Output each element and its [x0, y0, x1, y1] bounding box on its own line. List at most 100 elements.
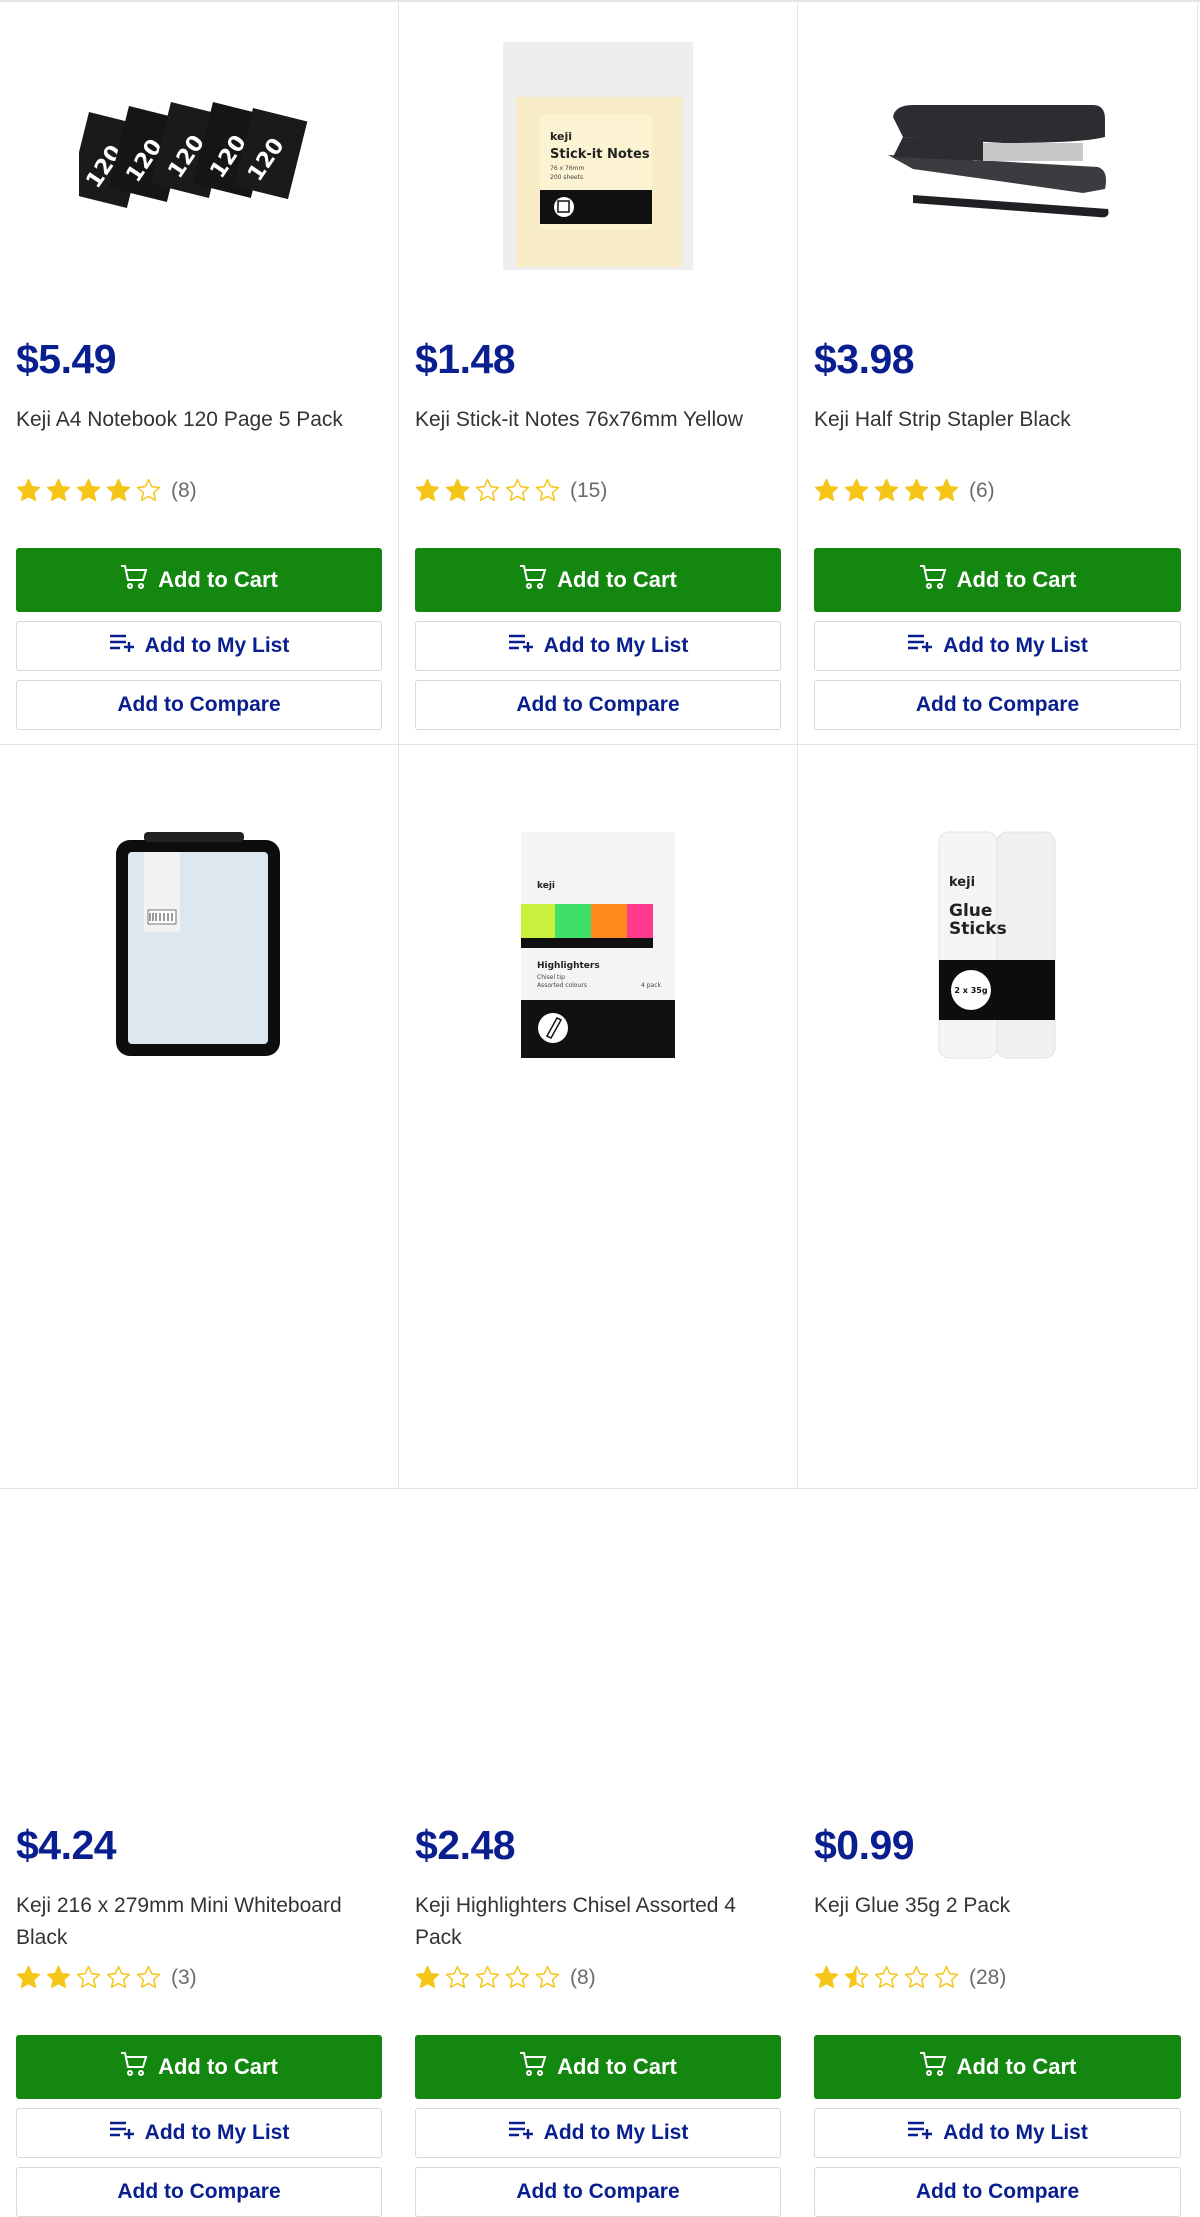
cart-icon	[120, 564, 148, 596]
list-add-icon	[109, 2120, 135, 2146]
notebook-pack-image[interactable]: 120 120 120 120 120	[0, 12, 398, 312]
svg-text:keji: keji	[949, 875, 975, 890]
whiteboard-image[interactable]	[0, 795, 398, 1095]
add-to-cart-label: Add to Cart	[956, 2054, 1077, 2079]
svg-text:Highlighters: Highlighters	[537, 961, 600, 971]
star-filled-icon	[874, 478, 899, 502]
add-to-list-label: Add to My List	[543, 634, 689, 657]
product-card: 2 x 35g keji Glue Sticks $0.99 Keji Glue…	[798, 745, 1198, 2217]
add-to-cart-button[interactable]: Add to Cart	[814, 548, 1181, 612]
star-empty-icon	[475, 1965, 500, 1989]
svg-text:4 pack: 4 pack	[641, 982, 662, 989]
star-rating	[814, 478, 959, 503]
cart-icon	[519, 2051, 547, 2083]
rating-count: (28)	[969, 1965, 1007, 1989]
rating-count: (6)	[969, 478, 995, 502]
add-to-compare-label: Add to Compare	[117, 693, 281, 716]
add-to-compare-label: Add to Compare	[516, 2180, 680, 2203]
product-card: 120 120 120 120 120 $5.49 Keji A4 Notebo…	[0, 2, 399, 745]
product-rating[interactable]: (8)	[16, 478, 197, 503]
svg-text:keji: keji	[550, 130, 572, 143]
rating-count: (15)	[570, 478, 608, 502]
add-to-list-button[interactable]: Add to My List	[16, 621, 382, 671]
product-rating[interactable]: (3)	[16, 1965, 197, 1990]
star-filled-icon	[814, 1965, 839, 1989]
add-to-compare-button[interactable]: Add to Compare	[814, 680, 1181, 730]
star-filled-icon	[415, 478, 440, 502]
add-to-cart-button[interactable]: Add to Cart	[16, 2035, 382, 2099]
product-price: $1.48	[415, 336, 516, 382]
add-to-compare-label: Add to Compare	[117, 2180, 281, 2203]
add-to-list-button[interactable]: Add to My List	[16, 2108, 382, 2158]
star-rating	[16, 1965, 161, 1990]
list-add-icon	[907, 633, 933, 659]
star-empty-icon	[505, 478, 530, 502]
product-price: $2.48	[415, 1822, 516, 1868]
product-rating[interactable]: (8)	[415, 1965, 596, 1990]
star-filled-icon	[445, 478, 470, 502]
add-to-compare-button[interactable]: Add to Compare	[814, 2167, 1181, 2217]
svg-text:Assorted colours: Assorted colours	[537, 982, 587, 989]
glue-sticks-image[interactable]: 2 x 35g keji Glue Sticks	[798, 795, 1197, 1095]
star-empty-icon	[136, 478, 161, 502]
highlighters-image[interactable]: keji Highlighters Chisel tip Assorted co…	[399, 795, 797, 1095]
star-filled-icon	[415, 1965, 440, 1989]
star-filled-icon	[844, 478, 869, 502]
star-empty-icon	[535, 478, 560, 502]
add-to-cart-label: Add to Cart	[158, 567, 278, 592]
product-price: $0.99	[814, 1822, 915, 1868]
add-to-list-label: Add to My List	[543, 2121, 689, 2144]
rating-count: (8)	[171, 478, 197, 502]
add-to-list-label: Add to My List	[144, 2121, 290, 2144]
list-add-icon	[907, 2120, 933, 2146]
stapler-image[interactable]	[798, 12, 1197, 312]
add-to-cart-button[interactable]: Add to Cart	[415, 548, 781, 612]
product-rating[interactable]: (15)	[415, 478, 607, 503]
cart-icon	[120, 2051, 148, 2083]
svg-text:Glue: Glue	[949, 901, 992, 921]
add-to-list-button[interactable]: Add to My List	[814, 2108, 1181, 2158]
product-title[interactable]: Keji A4 Notebook 120 Page 5 Pack	[16, 404, 374, 436]
add-to-cart-label: Add to Cart	[158, 2054, 278, 2079]
add-to-list-button[interactable]: Add to My List	[814, 621, 1181, 671]
add-to-cart-label: Add to Cart	[557, 2054, 677, 2079]
product-title[interactable]: Keji Highlighters Chisel Assorted 4 Pack	[415, 1890, 773, 1954]
product-card: $3.98 Keji Half Strip Stapler Black (6) …	[798, 2, 1198, 745]
star-rating	[415, 1965, 560, 1990]
add-to-compare-button[interactable]: Add to Compare	[415, 680, 781, 730]
add-to-compare-button[interactable]: Add to Compare	[415, 2167, 781, 2217]
product-card: keji Stick-it Notes 76 x 76mm 200 sheets…	[399, 2, 798, 745]
svg-text:Stick-it Notes: Stick-it Notes	[550, 147, 650, 162]
star-filled-icon	[106, 478, 131, 502]
add-to-cart-label: Add to Cart	[557, 567, 677, 592]
list-add-icon	[508, 2120, 534, 2146]
product-title[interactable]: Keji Half Strip Stapler Black	[814, 404, 1173, 436]
add-to-list-label: Add to My List	[144, 634, 290, 657]
add-to-compare-button[interactable]: Add to Compare	[16, 2167, 382, 2217]
star-empty-icon	[874, 1965, 899, 1989]
product-title[interactable]: Keji Stick-it Notes 76x76mm Yellow	[415, 404, 773, 436]
list-add-icon	[109, 633, 135, 659]
product-price: $5.49	[16, 336, 117, 382]
add-to-list-button[interactable]: Add to My List	[415, 2108, 781, 2158]
add-to-cart-button[interactable]: Add to Cart	[16, 548, 382, 612]
star-filled-icon	[46, 478, 71, 502]
star-empty-icon	[505, 1965, 530, 1989]
add-to-cart-button[interactable]: Add to Cart	[814, 2035, 1181, 2099]
product-title[interactable]: Keji 216 x 279mm Mini Whiteboard Black	[16, 1890, 374, 1954]
star-filled-icon	[46, 1965, 71, 1989]
product-rating[interactable]: (28)	[814, 1965, 1006, 1990]
star-empty-icon	[445, 1965, 470, 1989]
product-price: $3.98	[814, 336, 915, 382]
svg-text:200 sheets: 200 sheets	[550, 174, 583, 181]
product-rating[interactable]: (6)	[814, 478, 995, 503]
add-to-compare-button[interactable]: Add to Compare	[16, 680, 382, 730]
product-title[interactable]: Keji Glue 35g 2 Pack	[814, 1890, 1173, 1922]
cart-icon	[519, 564, 547, 596]
svg-text:Chisel tip: Chisel tip	[537, 974, 565, 981]
add-to-cart-button[interactable]: Add to Cart	[415, 2035, 781, 2099]
add-to-list-button[interactable]: Add to My List	[415, 621, 781, 671]
sticky-notes-image[interactable]: keji Stick-it Notes 76 x 76mm 200 sheets	[399, 12, 797, 312]
add-to-compare-label: Add to Compare	[915, 693, 1080, 716]
star-empty-icon	[904, 1965, 929, 1989]
